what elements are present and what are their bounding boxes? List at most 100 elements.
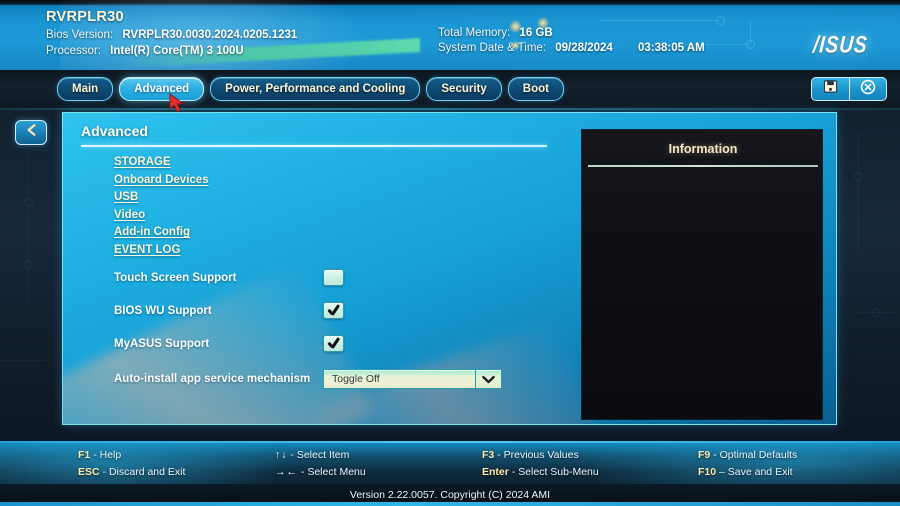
tab-boot-label: Boot: [522, 83, 549, 95]
tab-power-performance-cooling[interactable]: Power, Performance and Cooling: [210, 77, 421, 101]
checkmark-icon: [327, 305, 340, 316]
chevron-down-icon[interactable]: [475, 369, 502, 389]
processor-label: Processor:: [46, 45, 101, 57]
hotkey-sep: -: [290, 449, 294, 461]
mouse-cursor: [168, 92, 190, 116]
tab-power-label: Power, Performance and Cooling: [225, 83, 406, 95]
system-identity: RVRPLR30 Bios Version: RVRPLR30.0030.202…: [46, 9, 297, 57]
hotkey-text: Select Item: [296, 449, 350, 461]
hotkey-sep: -: [497, 449, 501, 461]
bios-version-label: Bios Version:: [46, 29, 114, 41]
hotkey-text: Previous Values: [503, 449, 579, 461]
chevron-left-icon: [24, 123, 39, 142]
option-row-touch-screen-support: Touch Screen Support: [114, 261, 584, 294]
submenu-link-event-log[interactable]: EVENT LOG: [114, 244, 180, 256]
hotkey-key: ESC: [78, 466, 100, 478]
hotkey-footer: F1 - Help ESC - Discard and Exit ↑↓ - Se…: [0, 441, 900, 485]
asus-wordmark: /ISUS: [811, 32, 869, 59]
hotkey-column-4: F9 - Optimal Defaults F10 – Save and Exi…: [698, 449, 797, 483]
hotkey-f10-save-and-exit: F10 – Save and Exit: [698, 466, 797, 478]
option-label-myasus-support: MyASUS Support: [114, 337, 210, 350]
hotkey-text: Save and Exit: [727, 466, 793, 478]
hotkey-text: Select Sub-Menu: [518, 466, 599, 478]
system-date-value: 09/28/2024: [555, 42, 613, 54]
submenu-link-add-in-config[interactable]: Add-in Config: [114, 226, 190, 238]
back-button[interactable]: [15, 120, 47, 145]
option-label-bios-wu-support: BIOS WU Support: [114, 304, 212, 317]
checkmark-icon: [327, 338, 340, 349]
bios-version-row: Bios Version: RVRPLR30.0030.2024.0205.12…: [46, 29, 297, 41]
system-status: Total Memory: 16 GB System Date & Time: …: [438, 24, 705, 54]
tab-main-label: Main: [72, 83, 99, 95]
tab-bar: Main Advanced Power, Performance and Coo…: [0, 70, 900, 110]
hotkey-enter-select-sub-menu: Enter - Select Sub-Menu: [482, 466, 599, 478]
checkbox-bios-wu-support[interactable]: [323, 302, 344, 319]
bios-setup-screen: RVRPLR30 Bios Version: RVRPLR30.0030.202…: [0, 0, 900, 506]
save-button[interactable]: [811, 77, 849, 101]
option-control-bios-wu-support: [323, 302, 344, 319]
hotkey-text: Discard and Exit: [108, 466, 186, 478]
checkbox-myasus-support[interactable]: [323, 335, 344, 352]
hotkey-arrows-select-item: ↑↓ - Select Item: [275, 449, 366, 461]
arrow-up-down-icon: ↑↓: [275, 449, 288, 461]
hotkey-sep: -: [93, 449, 97, 461]
processor-row: Processor: Intel(R) Core(TM) 3 100U: [46, 45, 297, 57]
option-control-touch-screen-support: [323, 269, 344, 286]
submenu-link-video[interactable]: Video: [114, 209, 145, 221]
system-datetime-row: System Date & Time: 09/28/2024 03:38:05 …: [438, 42, 705, 54]
tab-list: Main Advanced Power, Performance and Coo…: [57, 77, 564, 101]
system-time-value: 03:38:05 AM: [637, 42, 705, 54]
floppy-disk-icon: [823, 79, 838, 99]
hotkey-arrows-select-menu: →← - Select Menu: [275, 466, 366, 478]
tab-security-label: Security: [441, 83, 487, 95]
hotkey-sep: -: [511, 466, 516, 478]
version-text: Version 2.22.0057. Copyright (C) 2024 AM…: [349, 489, 551, 501]
hotkey-sep: -: [102, 466, 107, 478]
hotkey-key: F10: [698, 466, 717, 478]
board-model: RVRPLR30: [46, 9, 124, 25]
option-label-auto-install-app-service: Auto-install app service mechanism: [114, 373, 311, 385]
information-title: Information: [668, 142, 738, 156]
dropdown-value-auto-install-app-service: Toggle Off: [323, 369, 475, 389]
hotkey-column-2: ↑↓ - Select Item →← - Select Menu: [275, 449, 366, 483]
hotkey-text: Select Menu: [307, 466, 366, 478]
submenu-link-onboard-devices[interactable]: Onboard Devices: [114, 174, 209, 186]
title-divider: [81, 145, 547, 147]
settings-list: STORAGE Onboard Devices USB Video Add-in…: [114, 156, 584, 398]
hotkey-text: Optimal Defaults: [719, 449, 798, 461]
information-panel: Information: [581, 129, 823, 420]
total-memory-row: Total Memory: 16 GB: [438, 27, 705, 39]
window-buttons: [811, 77, 887, 101]
submenu-link-storage[interactable]: STORAGE: [114, 156, 171, 168]
total-memory-label: Total Memory:: [438, 27, 511, 39]
tab-main[interactable]: Main: [57, 77, 114, 101]
page-title: Advanced: [81, 123, 148, 139]
tab-security[interactable]: Security: [426, 77, 502, 101]
hotkey-esc-discard-and-exit: ESC - Discard and Exit: [78, 466, 185, 478]
dropdown-auto-install-app-service[interactable]: Toggle Off: [323, 369, 502, 389]
hotkey-f3-previous-values: F3 - Previous Values: [482, 449, 599, 461]
tab-advanced[interactable]: Advanced: [119, 77, 205, 101]
hotkey-key: Enter: [482, 466, 509, 478]
hotkey-f9-optimal-defaults: F9 - Optimal Defaults: [698, 449, 797, 461]
circuit-decoration-right: [838, 112, 900, 442]
hotkey-sep: –: [719, 466, 725, 478]
bios-version-value: RVRPLR30.0030.2024.0205.1231: [122, 29, 298, 41]
hotkey-key: F1: [78, 449, 91, 461]
hotkey-key: F3: [482, 449, 495, 461]
advanced-page-panel: Advanced STORAGE Onboard Devices USB Vid…: [62, 112, 837, 425]
version-bar: Version 2.22.0057. Copyright (C) 2024 AM…: [0, 484, 900, 506]
hotkey-f1-help: F1 - Help: [78, 449, 185, 461]
submenu-link-usb[interactable]: USB: [114, 191, 138, 203]
hotkey-column-1: F1 - Help ESC - Discard and Exit: [78, 449, 185, 483]
arrow-left-right-icon: →←: [275, 466, 298, 478]
hotkey-key: F9: [698, 449, 711, 461]
tab-boot[interactable]: Boot: [507, 77, 564, 101]
checkbox-touch-screen-support[interactable]: [323, 269, 344, 286]
system-datetime-label: System Date & Time:: [438, 42, 547, 54]
close-button[interactable]: [849, 77, 887, 101]
circuit-decoration: [0, 110, 62, 440]
asus-logo: /ISUS: [792, 32, 888, 59]
option-row-bios-wu-support: BIOS WU Support: [114, 294, 584, 327]
hotkey-sep: -: [300, 466, 305, 478]
